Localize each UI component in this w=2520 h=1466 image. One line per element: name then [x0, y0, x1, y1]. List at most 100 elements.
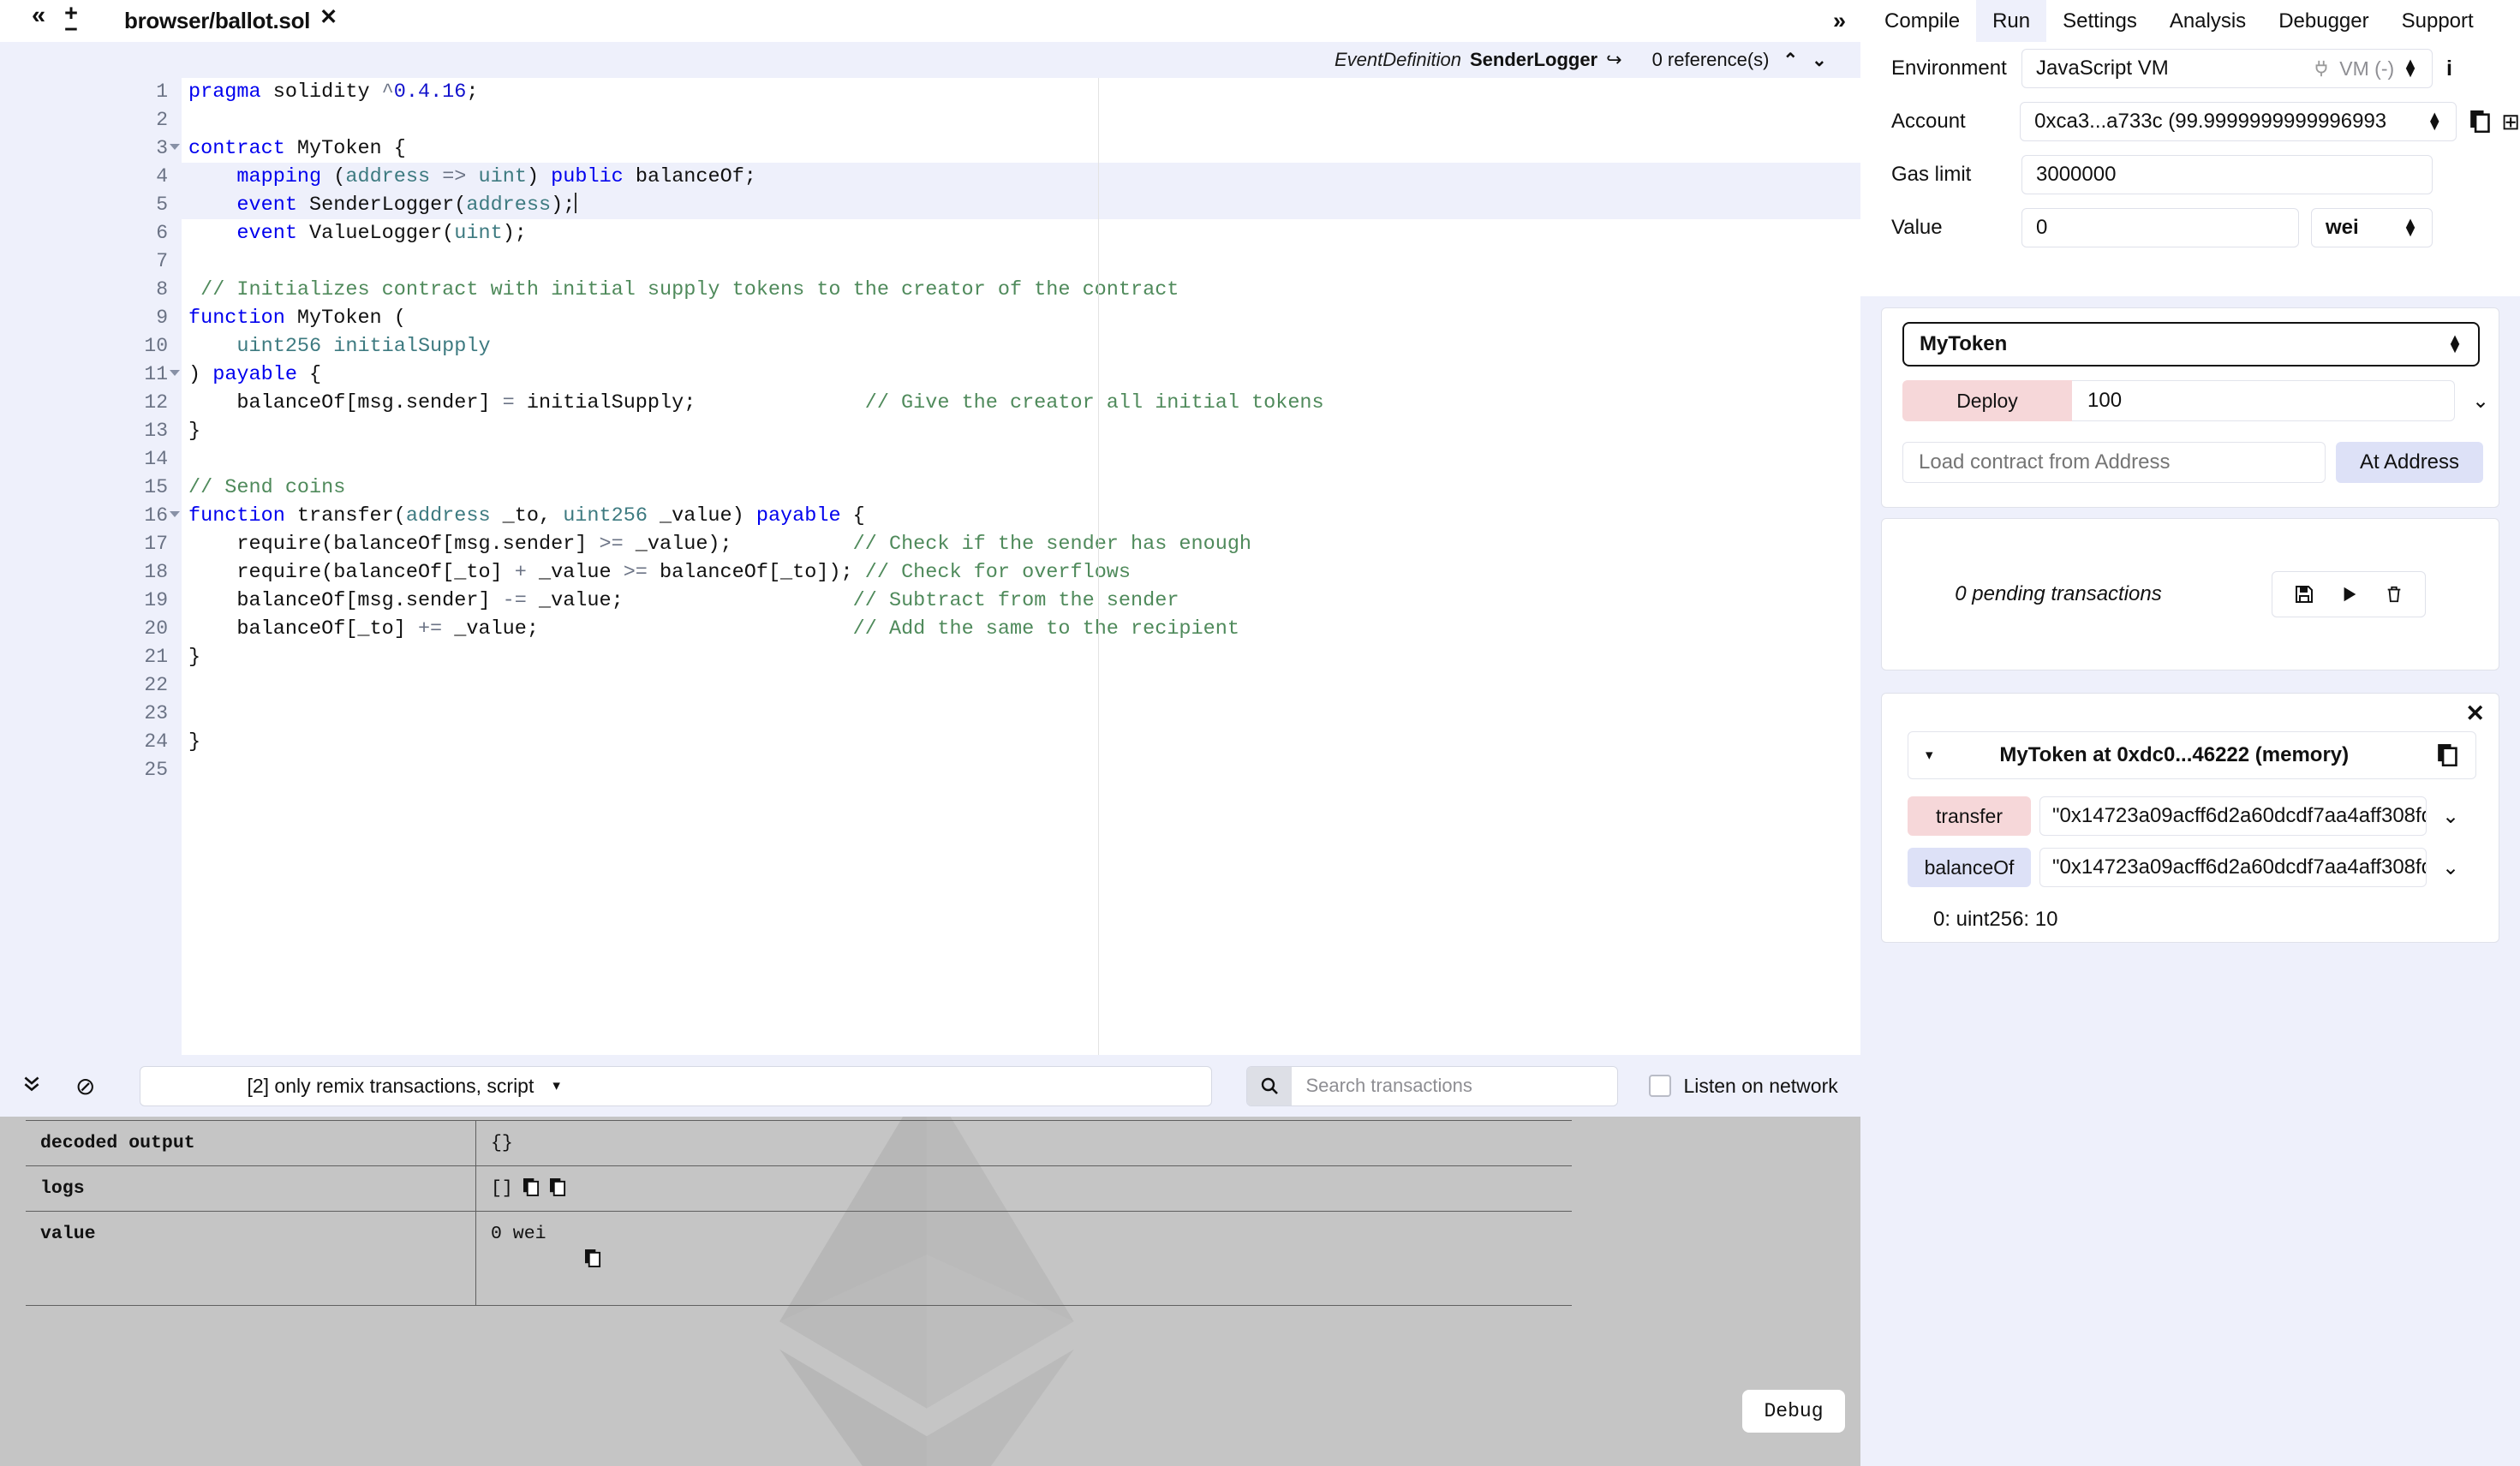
search-transactions-group[interactable]: [1246, 1065, 1619, 1106]
tab-settings[interactable]: Settings: [2046, 0, 2153, 42]
tab-support[interactable]: Support: [2386, 0, 2490, 42]
line-number: 1: [156, 80, 168, 103]
collapse-terminal-icon[interactable]: [21, 1072, 43, 1100]
chevron-down-icon[interactable]: ⌄: [2442, 804, 2459, 829]
stepper-icon[interactable]: ▲ ▼: [2403, 215, 2418, 239]
pending-inner: 0 pending transactions: [1882, 519, 2499, 670]
clear-console-icon[interactable]: ⊘: [75, 1072, 95, 1100]
chevron-down-icon: ▾: [552, 1077, 560, 1094]
contract-select[interactable]: MyToken ▲ ▼: [1902, 322, 2480, 366]
code-editor[interactable]: EventDefinition SenderLogger ↪ 0 referen…: [96, 42, 1860, 1055]
function-result: 0: uint256: 10: [1933, 908, 2058, 931]
play-icon[interactable]: [2340, 584, 2359, 605]
row-value-text: {}: [491, 1133, 513, 1153]
line-number: 4: [156, 165, 168, 188]
tab-run[interactable]: Run: [1976, 0, 2047, 42]
row-key: logs: [26, 1166, 476, 1211]
value-row: Value 0 wei ▲ ▼: [1860, 201, 2520, 254]
jump-to-definition-icon[interactable]: ↪: [1606, 49, 1621, 71]
balanceof-arg-input[interactable]: "0x14723a09acff6d2a60dcdf7aa4aff308fddc: [2039, 848, 2427, 887]
stepper-icon[interactable]: ▲ ▼: [2427, 109, 2442, 133]
main-nav-tabs: » Compile Run Settings Analysis Debugger…: [1799, 0, 2520, 42]
listen-checkbox[interactable]: [1649, 1075, 1672, 1097]
deployed-contracts-section: ✕ ▾ MyToken at 0xdc0...46222 (memory) tr…: [1881, 693, 2499, 943]
copy-icon[interactable]: [549, 1178, 566, 1196]
debug-button[interactable]: Debug: [1742, 1390, 1845, 1433]
environment-status: VM (-) ▲ ▼: [2312, 56, 2418, 80]
fold-toggle-icon[interactable]: [170, 511, 180, 517]
deploy-button[interactable]: Deploy: [1902, 380, 2072, 421]
add-account-icon[interactable]: ⊞: [2501, 109, 2520, 135]
pending-actions: [2271, 571, 2426, 617]
section-divider: [1860, 677, 2520, 688]
editor-context-bar: EventDefinition SenderLogger ↪ 0 referen…: [96, 42, 1860, 78]
deploy-section: MyToken ▲▼ Deploy 100 ⌄ At Address: [1881, 307, 2499, 508]
copy-icon[interactable]: [2470, 110, 2491, 133]
listen-on-network-toggle[interactable]: Listen on network: [1649, 1074, 1838, 1098]
top-bar: « + − browser/ballot.sol ✕ » Compile Run…: [0, 0, 2520, 42]
value-input[interactable]: 0: [2021, 208, 2299, 247]
line-number: 3: [96, 134, 182, 163]
contract-name: MyToken: [1920, 332, 2008, 355]
tab-debugger[interactable]: Debugger: [2262, 0, 2385, 42]
tab-analysis[interactable]: Analysis: [2153, 0, 2262, 42]
copy-icon[interactable]: [585, 1249, 601, 1267]
file-tab-ballot-sol[interactable]: browser/ballot.sol ✕: [110, 0, 379, 42]
info-icon[interactable]: i: [2446, 57, 2452, 81]
load-contract-address-input[interactable]: [1902, 442, 2326, 483]
trash-icon[interactable]: [2385, 584, 2404, 605]
row-key: decoded output: [26, 1121, 476, 1165]
gas-limit-label: Gas limit: [1891, 163, 1972, 186]
account-row: Account 0xca3...a733c (99.99999999999969…: [1860, 95, 2520, 148]
deployed-contract-header[interactable]: ▾ MyToken at 0xdc0...46222 (memory): [1908, 731, 2476, 779]
code-content[interactable]: pragma solidity ^0.4.16; contract MyToke…: [182, 78, 1860, 1055]
collapse-panel-icon[interactable]: «: [32, 3, 45, 28]
balanceof-button[interactable]: balanceOf: [1908, 848, 2031, 887]
stepper-icon[interactable]: ▲ ▼: [2403, 56, 2418, 80]
account-select[interactable]: 0xca3...a733c (99.9999999999996993 ▲ ▼: [2020, 102, 2457, 141]
next-reference-icon[interactable]: ⌄: [1812, 50, 1827, 71]
run-panel: Environment JavaScript VM VM (-) ▲ ▼ i Ac…: [1860, 42, 2520, 1466]
search-icon[interactable]: [1247, 1066, 1293, 1105]
close-icon[interactable]: ✕: [2465, 700, 2485, 727]
close-icon[interactable]: ✕: [319, 4, 337, 30]
save-icon[interactable]: [2294, 584, 2314, 605]
copy-icon[interactable]: [523, 1178, 540, 1196]
row-value: {}: [476, 1121, 1572, 1165]
account-value: 0xca3...a733c (99.9999999999996993: [2034, 110, 2387, 133]
gas-limit-input[interactable]: 3000000: [2021, 155, 2433, 194]
environment-section: Environment JavaScript VM VM (-) ▲ ▼ i Ac…: [1860, 42, 2520, 296]
chevron-down-icon[interactable]: ⌄: [2472, 389, 2489, 414]
stepper-icon[interactable]: ▲ ▼: [2447, 331, 2463, 355]
pending-transactions-section: 0 pending transactions: [1881, 518, 2499, 670]
transaction-filter-select[interactable]: [2] only remix transactions, script ▾: [140, 1065, 1213, 1106]
value-unit-select[interactable]: wei ▲ ▼: [2311, 208, 2433, 247]
listen-label: Listen on network: [1683, 1074, 1838, 1097]
font-decrease-icon[interactable]: −: [64, 18, 78, 42]
fold-toggle-icon[interactable]: [170, 370, 180, 376]
prev-reference-icon[interactable]: ⌃: [1783, 50, 1799, 71]
row-value: []: [476, 1166, 1572, 1211]
terminal-output[interactable]: decoded output {} logs [] value 0 wei De…: [0, 1117, 1860, 1466]
environment-select[interactable]: JavaScript VM VM (-) ▲ ▼: [2021, 49, 2433, 88]
transfer-button[interactable]: transfer: [1908, 796, 2031, 836]
line-number: 24: [144, 730, 168, 753]
context-name: SenderLogger: [1469, 49, 1598, 70]
transfer-arg-input[interactable]: "0x14723a09acff6d2a60dcdf7aa4aff308fddc: [2039, 796, 2427, 836]
fold-toggle-icon[interactable]: [170, 144, 180, 150]
at-address-button[interactable]: At Address: [2336, 442, 2483, 483]
chevron-down-icon[interactable]: ⌄: [2442, 855, 2459, 880]
table-row: value 0 wei: [26, 1212, 1572, 1306]
font-size-controls[interactable]: + −: [64, 1, 78, 42]
deployed-contract-title: MyToken at 0xdc0...46222 (memory): [1999, 743, 2350, 766]
search-input[interactable]: [1292, 1066, 1618, 1105]
filter-label: [2] only remix transactions, script: [247, 1074, 534, 1097]
deploy-arg-input[interactable]: 100: [2072, 380, 2455, 421]
copy-icon[interactable]: [2438, 744, 2458, 766]
environment-row: Environment JavaScript VM VM (-) ▲ ▼ i: [1860, 42, 2520, 95]
environment-value: JavaScript VM: [2036, 57, 2169, 80]
tab-compile[interactable]: Compile: [1868, 0, 1976, 42]
at-address-row: At Address: [1902, 442, 2483, 483]
expand-nav-icon[interactable]: »: [1833, 8, 1846, 34]
transaction-details-table: decoded output {} logs [] value 0 wei: [26, 1120, 1572, 1306]
